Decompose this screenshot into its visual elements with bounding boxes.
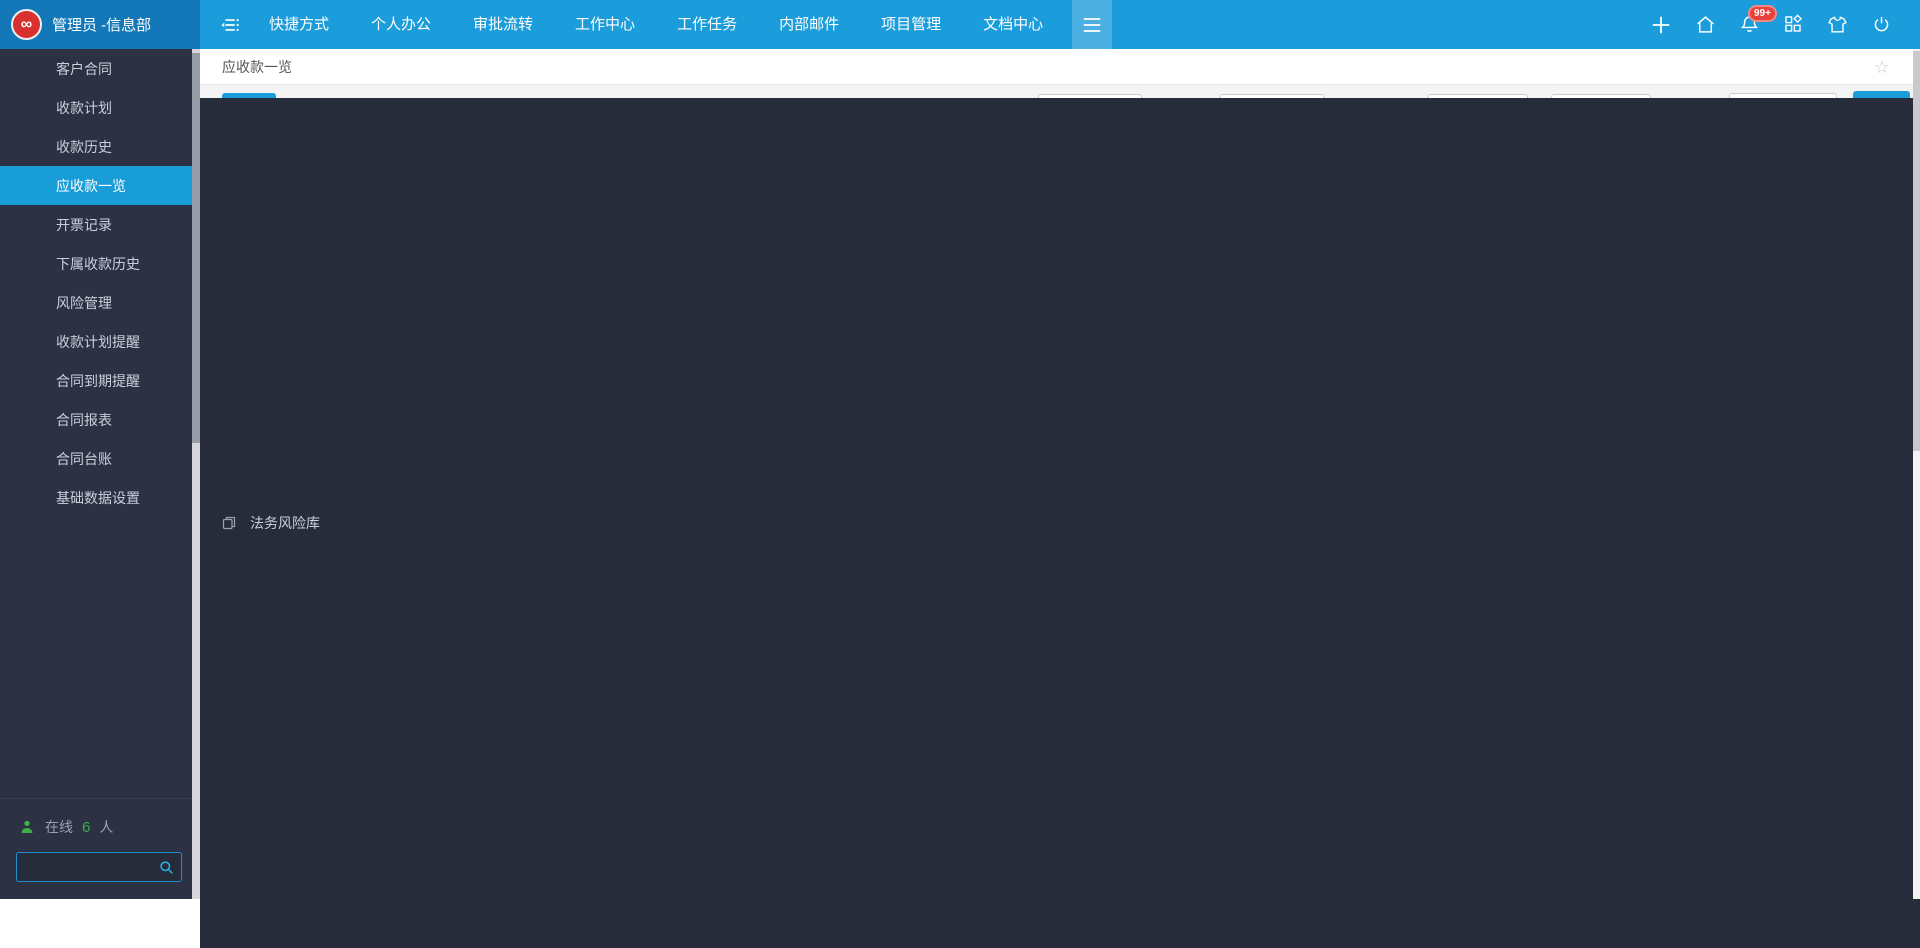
- search-icon[interactable]: [159, 860, 174, 875]
- sidebar-item[interactable]: 应收款一览: [0, 166, 200, 205]
- nav-item-document-center[interactable]: 文档中心: [962, 0, 1064, 49]
- nav-item-project-mgmt[interactable]: 项目管理: [860, 0, 962, 49]
- nav-item-work-tasks[interactable]: 工作任务: [656, 0, 758, 49]
- top-nav: 快捷方式 个人办公 审批流转 工作中心 工作任务 内部邮件 项目管理 文档中心: [200, 0, 1112, 49]
- sidebar-nav: 合同管理合同签约导航合同知识库采购合同销售合同客户合同收款计划收款历史应收款一览…: [0, 49, 200, 899]
- nav-item-internal-mail[interactable]: 内部邮件: [758, 0, 860, 49]
- sidebar-item-label: 基础数据设置: [56, 488, 140, 508]
- app-logo: ∞: [11, 9, 42, 40]
- sidebar-search-box: [16, 852, 182, 882]
- sidebar-item[interactable]: 法务风险库: [200, 98, 1920, 948]
- brand-area: ∞ 管理员 -信息部: [0, 0, 200, 49]
- home-icon[interactable]: [1695, 14, 1716, 35]
- nav-item-personal-office[interactable]: 个人办公: [350, 0, 452, 49]
- sidebar-item[interactable]: 合同台账: [0, 439, 200, 478]
- breadcrumb-bar: 应收款一览 ☆: [200, 49, 1920, 85]
- logo-glyph: ∞: [21, 16, 32, 34]
- collapse-menu-icon[interactable]: [220, 15, 244, 35]
- online-suffix: 人: [99, 817, 113, 837]
- add-icon[interactable]: [1650, 14, 1672, 36]
- sidebar-items: 合同管理合同签约导航合同知识库采购合同销售合同客户合同收款计划收款历史应收款一览…: [0, 49, 200, 517]
- sidebar-item-label: 下属收款历史: [56, 254, 140, 274]
- content-scrollbar-thumb[interactable]: [1913, 51, 1920, 451]
- sidebar-item[interactable]: 风险管理: [0, 283, 200, 322]
- sidebar-item-label: 收款计划: [56, 98, 112, 118]
- user-title: 管理员 -信息部: [52, 14, 151, 35]
- nav-item-approval-flow[interactable]: 审批流转: [452, 0, 554, 49]
- top-icon-group: 99+: [1650, 0, 1920, 49]
- copy-icon: [220, 515, 238, 531]
- sidebar-item-label: 合同台账: [56, 449, 112, 469]
- sidebar-item[interactable]: 收款历史: [0, 127, 200, 166]
- nav-item-shortcuts[interactable]: 快捷方式: [248, 0, 350, 49]
- top-bar: ∞ 管理员 -信息部 快捷方式 个人办公 审批流转 工作中心 工作任务 内部邮件…: [0, 0, 1920, 49]
- sidebar-item[interactable]: 下属收款历史: [0, 244, 200, 283]
- content-scrollbar[interactable]: [1913, 49, 1920, 899]
- sidebar-item-label: 合同报表: [56, 410, 112, 430]
- sidebar-item-label: 开票记录: [56, 215, 112, 235]
- sidebar-item-label: 收款计划提醒: [56, 332, 140, 352]
- sidebar-divider: [0, 798, 192, 799]
- online-label: 在线: [45, 817, 73, 837]
- sidebar-item-label: 应收款一览: [56, 176, 126, 196]
- sidebar-item-label: 风险管理: [56, 293, 112, 313]
- sidebar-item[interactable]: 合同报表: [0, 400, 200, 439]
- sidebar-scrollbar[interactable]: [192, 49, 200, 899]
- online-status: 在线 6 人: [18, 817, 113, 837]
- sidebar-item[interactable]: 收款计划: [0, 88, 200, 127]
- sidebar-item[interactable]: 基础数据设置: [0, 478, 200, 517]
- page-title: 应收款一览: [222, 57, 292, 77]
- apps-grid-icon[interactable]: [1783, 14, 1804, 35]
- sidebar-item[interactable]: 收款计划提醒: [0, 322, 200, 361]
- sidebar-item-label: 客户合同: [56, 59, 112, 79]
- power-logout-icon[interactable]: [1871, 14, 1892, 35]
- notifications-bell-icon[interactable]: 99+: [1739, 14, 1760, 35]
- theme-shirt-icon[interactable]: [1827, 14, 1848, 35]
- sidebar-item-label: 法务风险库: [250, 513, 320, 533]
- online-count: 6: [82, 819, 90, 836]
- favorite-star-icon[interactable]: ☆: [1874, 58, 1890, 76]
- sidebar-item-label: 合同到期提醒: [56, 371, 140, 391]
- sidebar-item[interactable]: 客户合同: [0, 49, 200, 88]
- online-person-icon: [18, 819, 36, 835]
- notification-badge: 99+: [1748, 5, 1777, 22]
- more-menu-button[interactable]: [1072, 0, 1112, 49]
- nav-item-work-center[interactable]: 工作中心: [554, 0, 656, 49]
- sidebar-item-label: 收款历史: [56, 137, 112, 157]
- sidebar-item[interactable]: 开票记录: [0, 205, 200, 244]
- sidebar-item[interactable]: 合同到期提醒: [0, 361, 200, 400]
- sidebar-scrollbar-thumb[interactable]: [192, 53, 200, 443]
- sidebar-search-input[interactable]: [17, 860, 159, 875]
